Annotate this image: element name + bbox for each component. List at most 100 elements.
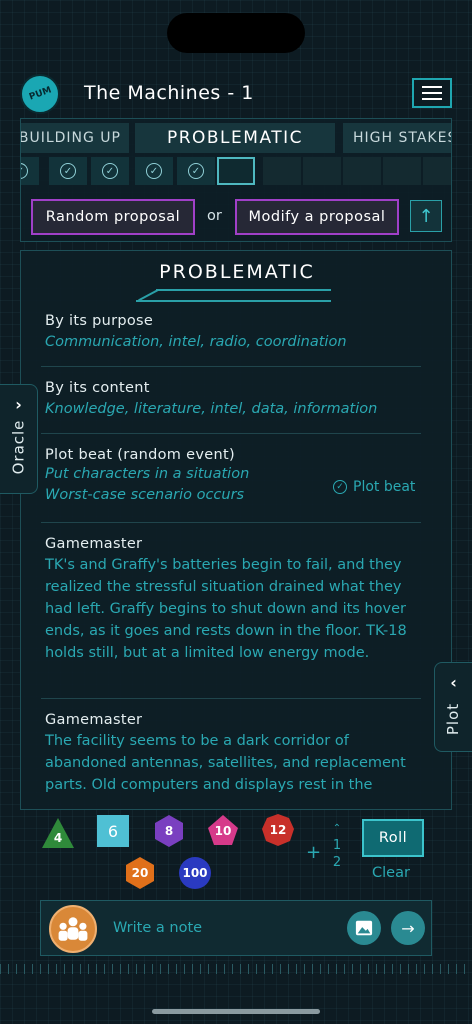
modifier-picker[interactable]: ⌃ 1 2 xyxy=(330,820,344,871)
home-indicator[interactable] xyxy=(152,1009,320,1014)
plus-icon: + xyxy=(306,842,322,863)
modifier-value: 2 xyxy=(332,855,342,870)
group-people-icon xyxy=(58,917,88,941)
plot-tab-label: Plot xyxy=(444,702,463,736)
d6-die[interactable]: 6 xyxy=(96,814,130,848)
plot-beat-line-1: Put characters in a situation xyxy=(45,466,250,482)
app-header: PUM The Machines - 1 xyxy=(0,70,472,118)
image-icon xyxy=(355,920,373,936)
purpose-value: Communication, intel, radio, coordinatio… xyxy=(45,334,347,350)
modifier-chevron-icon: ⌃ xyxy=(332,823,342,834)
random-proposal-button[interactable]: Random proposal xyxy=(31,199,195,235)
gamemaster-entry: Gamemaster The facility seems to be a da… xyxy=(45,712,423,796)
divider xyxy=(41,366,421,367)
divider xyxy=(41,433,421,434)
image-attach-button[interactable] xyxy=(347,911,381,945)
check-icon: ✓ xyxy=(188,163,204,179)
plot-side-tab[interactable]: ‹ Plot xyxy=(434,662,472,752)
gamemaster-text: TK's and Graffy's batteries begin to fai… xyxy=(45,557,407,661)
act-tab-future[interactable]: HIGH STAKES xyxy=(343,123,451,153)
purpose-entry: By its purpose Communication, intel, rad… xyxy=(45,313,423,353)
progress-box[interactable] xyxy=(263,157,301,185)
d8-die[interactable]: 8 xyxy=(152,814,186,848)
progress-box[interactable] xyxy=(303,157,341,185)
act-tabs: BUILDING UP PROBLEMATIC HIGH STAKES xyxy=(21,123,451,153)
note-composer: → xyxy=(40,900,432,956)
progress-box-checked[interactable]: ✓ xyxy=(135,157,173,185)
d4-die[interactable]: 4 xyxy=(40,816,76,850)
progress-box[interactable] xyxy=(423,157,451,185)
device-notch xyxy=(167,13,305,53)
bottom-ruler xyxy=(0,964,472,974)
plot-beat-entry: Plot beat (random event) Put characters … xyxy=(45,447,325,506)
send-button[interactable]: → xyxy=(391,911,425,945)
d20-label: 20 xyxy=(131,866,149,880)
logo-text: PUM xyxy=(27,85,53,103)
plot-beat-tag[interactable]: ✓ Plot beat xyxy=(333,479,415,495)
d8-label: 8 xyxy=(164,824,174,838)
progress-boxes: ✓ ✓ ✓ ✓ ✓ xyxy=(21,157,451,187)
content-entry: By its content Knowledge, literature, in… xyxy=(45,380,423,420)
arrow-up-icon[interactable]: ↑ xyxy=(410,200,442,232)
act-track-panel: BUILDING UP PROBLEMATIC HIGH STAKES ✓ ✓ … xyxy=(20,118,452,242)
gamemaster-text: The facility seems to be a dark corridor… xyxy=(45,733,406,793)
d12-die[interactable]: 12 xyxy=(261,813,295,847)
note-input[interactable] xyxy=(113,915,333,941)
avatar[interactable] xyxy=(49,905,97,953)
progress-box-checked[interactable]: ✓ xyxy=(177,157,215,185)
progress-box-checked[interactable]: ✓ xyxy=(21,157,39,185)
d10-label: 10 xyxy=(214,824,232,838)
d12-label: 12 xyxy=(269,823,287,837)
check-circle-icon: ✓ xyxy=(333,480,347,494)
gamemaster-label: Gamemaster xyxy=(45,712,143,728)
chevron-left-icon: ‹ xyxy=(450,673,457,692)
oracle-side-tab[interactable]: › Oracle xyxy=(0,384,38,494)
plot-beat-line-2: Worst-case scenario occurs xyxy=(45,487,245,503)
d4-label: 4 xyxy=(53,831,63,845)
act-tab-past[interactable]: BUILDING UP xyxy=(21,123,129,153)
scene-panel: PROBLEMATIC By its purpose Communication… xyxy=(20,250,452,810)
progress-box[interactable] xyxy=(343,157,381,185)
title-decoration xyxy=(156,289,331,291)
check-icon: ✓ xyxy=(102,163,118,179)
content-label: By its content xyxy=(45,380,150,396)
menu-line-icon xyxy=(422,86,442,88)
content-value: Knowledge, literature, intel, data, info… xyxy=(45,401,378,417)
gamemaster-label: Gamemaster xyxy=(45,536,143,552)
purpose-label: By its purpose xyxy=(45,313,154,329)
divider xyxy=(41,698,421,699)
check-icon: ✓ xyxy=(21,163,28,179)
check-icon: ✓ xyxy=(60,163,76,179)
divider xyxy=(41,522,421,523)
progress-box-checked[interactable]: ✓ xyxy=(91,157,129,185)
progress-box[interactable] xyxy=(383,157,421,185)
d10-die[interactable]: 10 xyxy=(206,814,240,848)
check-icon: ✓ xyxy=(146,163,162,179)
roll-button[interactable]: Roll xyxy=(362,819,424,857)
plot-beat-tag-label: Plot beat xyxy=(353,479,416,495)
d100-label: 100 xyxy=(182,866,208,880)
d20-die[interactable]: 20 xyxy=(123,856,157,890)
oracle-tab-label: Oracle xyxy=(9,419,28,475)
app-title: The Machines - 1 xyxy=(84,82,254,104)
dice-tray: 4 6 8 10 12 20 100 + ⌃ 1 2 Roll Clear xyxy=(20,810,452,890)
scene-title: PROBLEMATIC xyxy=(159,261,315,283)
menu-line-icon xyxy=(422,98,442,100)
modifier-value: 1 xyxy=(332,838,342,853)
clear-button[interactable]: Clear xyxy=(372,865,410,881)
modify-proposal-button[interactable]: Modify a proposal xyxy=(235,199,399,235)
d6-label: 6 xyxy=(107,821,119,841)
or-label: or xyxy=(207,208,222,224)
title-decoration xyxy=(136,300,331,302)
menu-line-icon xyxy=(422,92,442,94)
d100-die[interactable]: 100 xyxy=(178,856,212,890)
arrow-right-icon: → xyxy=(401,918,415,938)
progress-box-current[interactable] xyxy=(217,157,255,185)
progress-box-checked[interactable]: ✓ xyxy=(49,157,87,185)
act-tab-active[interactable]: PROBLEMATIC xyxy=(135,123,335,153)
plot-beat-label: Plot beat (random event) xyxy=(45,447,235,463)
gamemaster-entry: Gamemaster TK's and Graffy's batteries b… xyxy=(45,536,423,664)
app-logo[interactable]: PUM xyxy=(20,74,60,114)
hamburger-menu-button[interactable] xyxy=(412,78,452,108)
chevron-right-icon: › xyxy=(15,395,22,414)
